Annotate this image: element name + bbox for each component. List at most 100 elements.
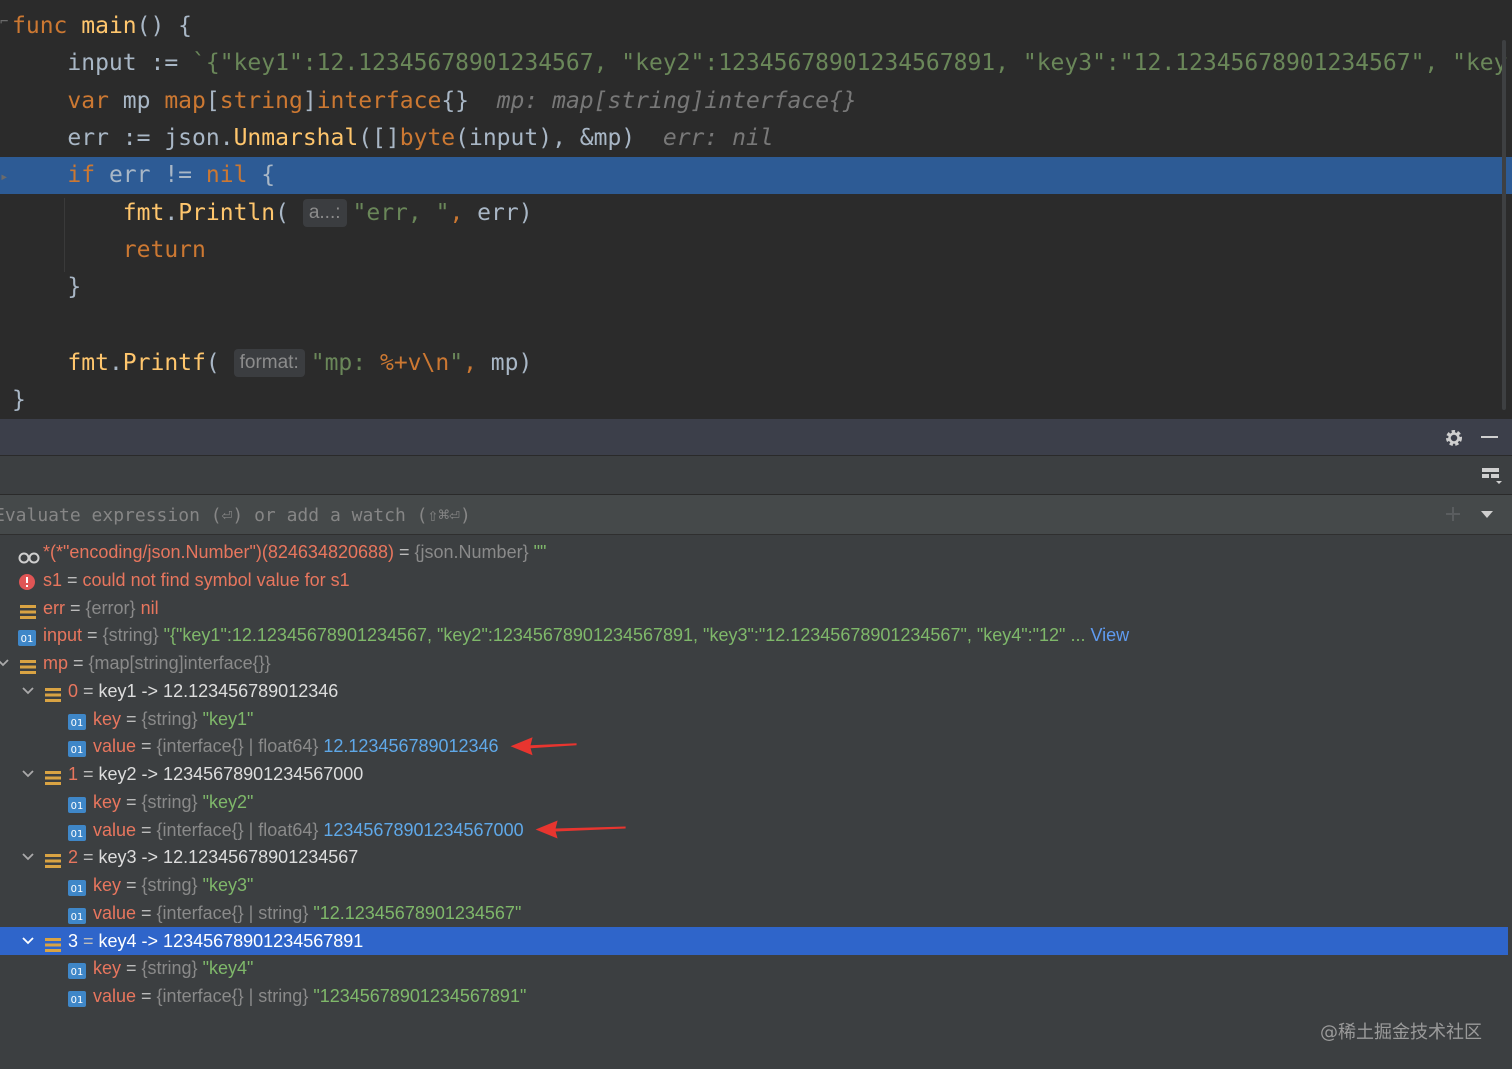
variable-type: {string} [141,791,198,812]
variable-row[interactable]: 0 = key1 -> 12.123456789012346 [0,677,1508,705]
code-token: mp [122,88,165,114]
variable-text: 3 = key4 -> 12345678901234567891 [68,927,363,955]
error-icon [18,571,36,590]
svg-text:01: 01 [71,801,84,812]
watch-icon [18,545,40,564]
add-watch-icon[interactable] [1444,505,1464,525]
parameter-hint: format: [233,349,305,377]
code-token: (input), &mp) [455,125,663,151]
equals-sign: = [136,902,157,923]
code-line[interactable] [0,307,1512,344]
equals-sign: = [82,625,103,646]
code-line[interactable]: fmt.Printf( format: "mp: %+v\n", mp) [0,345,1512,382]
code-token: , [449,200,478,226]
variable-row[interactable]: 01 value = {interface{} | float64} 12.123… [0,732,1508,760]
code-token: ] [302,88,317,114]
variable-type: {interface{} | float64} [156,819,319,840]
code-token: err) [477,200,533,226]
variable-row[interactable]: 01 value = {interface{} | string} "12.123… [0,899,1508,927]
code-line[interactable]: err := json.Unmarshal([]byte(input), &mp… [0,120,1512,157]
minimize-icon[interactable] [1481,436,1498,438]
variable-value: "12.12345678901234567" [313,902,522,923]
code-line[interactable]: } [0,269,1512,306]
variable-text: 1 = key2 -> 12345678901234567000 [68,760,363,788]
variable-name: value [93,986,137,1006]
watermark: @稀土掘金技术社区 [1320,1022,1482,1043]
code-line[interactable]: if err != nil { [0,157,1512,194]
variable-row[interactable]: 01 value = {interface{} | float64} 123456… [0,816,1508,844]
code-line[interactable]: fmt.Println( a...: "err, ", err) [0,195,1512,232]
list-icon [20,600,36,619]
variable-summary: key2 -> 12345678901234567000 [98,764,364,784]
debug-panel-header [0,419,1512,456]
variable-value: "12345678901234567891" [313,986,527,1006]
evaluate-expression-bar [0,495,1512,535]
code-token: fmt [67,350,109,376]
equals-sign: = [136,986,157,1006]
svg-text:01: 01 [71,912,84,923]
variable-type: {interface{} | string} [156,986,309,1006]
variable-name: value [93,902,137,923]
view-link[interactable]: View [1090,625,1129,645]
variable-text: value = {interface{} | float64} 12.12345… [93,732,499,760]
variables-tree[interactable]: *(*"encoding/json.Number")(824634820688)… [0,535,1512,1069]
variable-row[interactable]: err = {error} nil [0,594,1508,622]
variable-row[interactable]: 1 = key2 -> 12345678901234567000 [0,760,1508,788]
binary-icon: 01 [68,904,86,924]
code-line[interactable]: return [0,232,1512,269]
variable-row[interactable]: mp = {map[string]interface{}} [0,649,1508,677]
code-token: { [261,162,276,188]
variable-type: {map[string]interface{}} [88,653,271,673]
variable-text: err = {error} nil [43,594,159,622]
editor-scrollbar[interactable] [1502,40,1506,410]
code-token: Println [178,200,276,226]
code-token: nil [205,162,262,188]
variable-row[interactable]: 3 = key4 -> 12345678901234567891 [0,926,1508,955]
code-token: . [164,200,179,226]
variable-text: value = {interface{} | string} "12345678… [93,982,526,1010]
equals-sign: = [121,791,142,812]
gear-icon[interactable] [1444,428,1464,448]
code-line[interactable]: input := `{"key1":12.12345678901234567, … [0,45,1512,82]
variable-value: 12345678901234567000 [323,819,524,840]
variable-name: value [93,819,137,840]
variable-row[interactable]: 01 key = {string} "key1" [0,705,1508,733]
variable-text: *(*"encoding/json.Number")(824634820688)… [43,538,546,566]
binary-icon: 01 [18,626,36,647]
code-token: " [449,350,464,376]
history-dropdown-icon[interactable] [1480,510,1494,520]
variable-text: key = {string} "key3" [93,871,253,899]
variable-row[interactable]: *(*"encoding/json.Number")(824634820688)… [0,538,1508,566]
code-token: byte [399,125,456,151]
variable-name: s1 [43,569,63,590]
variable-row[interactable]: 2 = key3 -> 12.12345678901234567 [0,843,1508,871]
variable-type: {string} [102,625,159,646]
code-token: map [164,88,206,114]
code-token: json [164,125,220,151]
variable-name: 0 [68,680,79,701]
code-line[interactable]: var mp map[string]interface{} mp: map[st… [0,83,1512,120]
binary-icon: 01 [68,959,86,980]
variable-value: "{"key1":12.12345678901234567, "key2":12… [163,625,1086,646]
code-editor[interactable]: func main() { input := `{"key1":12.12345… [0,0,1512,419]
variable-value: "key1" [202,708,254,729]
inline-value-hint: err: nil [662,125,774,151]
equals-sign: = [394,542,415,562]
evaluate-expression-input[interactable] [0,495,1420,535]
code-line[interactable]: } [0,382,1512,419]
variable-row[interactable]: 01 key = {string} "key3" [0,871,1508,899]
variable-row[interactable]: s1 = could not find symbol value for s1 [0,566,1508,594]
variable-name: key [93,875,122,895]
layout-icon[interactable] [1481,467,1503,485]
code-line[interactable]: func main() { [0,8,1512,45]
fold-icon[interactable]: ⌐ [0,14,10,30]
variable-row[interactable]: 01 value = {interface{} | string} "123456… [0,982,1508,1010]
variable-type: {string} [141,708,198,729]
variable-row[interactable]: 01 key = {string} "key4" [0,954,1508,982]
variable-row[interactable]: 01 key = {string} "key2" [0,788,1508,816]
variable-name: key [93,958,122,979]
variable-text: mp = {map[string]interface{}} [43,649,271,677]
variable-name: key [93,708,122,729]
variable-row[interactable]: 01 input = {string} "{"key1":12.123456789… [0,621,1508,649]
